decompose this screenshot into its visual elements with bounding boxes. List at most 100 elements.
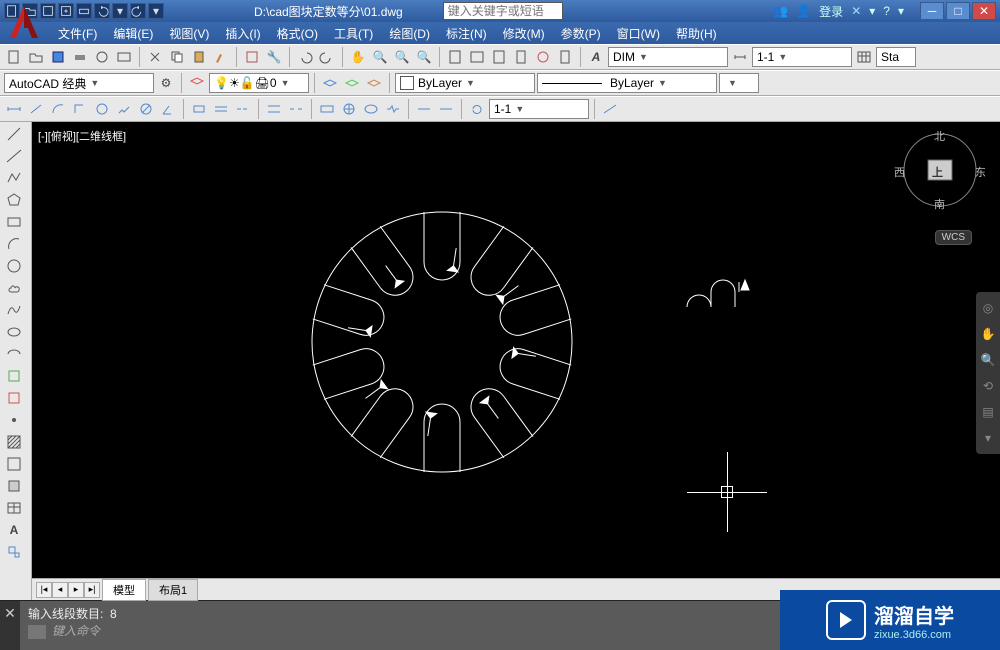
hatch-icon[interactable]: [2, 432, 26, 452]
ellipse-arc-icon[interactable]: [2, 344, 26, 364]
dimstyle-icon[interactable]: [600, 99, 620, 119]
dimtedit-icon[interactable]: [436, 99, 456, 119]
props-icon[interactable]: [445, 47, 465, 67]
exchange-icon[interactable]: ✕: [851, 4, 861, 18]
gradient-icon[interactable]: [2, 454, 26, 474]
dim-cont-icon[interactable]: [233, 99, 253, 119]
viewcube[interactable]: 北 南 东 西 上: [900, 130, 980, 210]
layer-state-icon[interactable]: [364, 73, 384, 93]
zoom-nav-icon[interactable]: 🔍: [978, 350, 998, 370]
xline-icon[interactable]: [2, 146, 26, 166]
workspace-combo[interactable]: AutoCAD 经典▼: [4, 73, 154, 93]
menu-insert[interactable]: 插入(I): [217, 25, 268, 42]
open-icon[interactable]: [26, 47, 46, 67]
rectangle-icon[interactable]: [2, 212, 26, 232]
dc-icon[interactable]: [467, 47, 487, 67]
redo-icon[interactable]: [317, 47, 337, 67]
wheel-icon[interactable]: ◎: [978, 298, 998, 318]
calc-icon[interactable]: [555, 47, 575, 67]
menu-window[interactable]: 窗口(W): [609, 25, 668, 42]
tab-layout1[interactable]: 布局1: [148, 579, 198, 601]
sheet-icon[interactable]: [511, 47, 531, 67]
cmd-close-icon[interactable]: ✕: [0, 601, 20, 650]
qat-redo-icon[interactable]: [130, 3, 146, 19]
tab-model[interactable]: 模型: [102, 579, 146, 601]
point-icon[interactable]: [2, 410, 26, 430]
textstyle-icon[interactable]: A: [586, 47, 606, 67]
tolerance-icon[interactable]: [317, 99, 337, 119]
search-input[interactable]: [443, 2, 563, 20]
inspect-icon[interactable]: [361, 99, 381, 119]
paste-icon[interactable]: [189, 47, 209, 67]
pan-nav-icon[interactable]: ✋: [978, 324, 998, 344]
menu-tools[interactable]: 工具(T): [326, 25, 381, 42]
maximize-button[interactable]: □: [946, 2, 970, 20]
zoom-win-icon[interactable]: 🔍: [414, 47, 434, 67]
menu-format[interactable]: 格式(O): [269, 25, 326, 42]
dim-break-icon[interactable]: [286, 99, 306, 119]
region-icon[interactable]: [2, 476, 26, 496]
app-menu-icon[interactable]: [4, 2, 44, 42]
scale-combo[interactable]: 1-1▼: [752, 47, 852, 67]
tab-prev-icon[interactable]: ◂: [52, 582, 68, 598]
update-icon[interactable]: [467, 99, 487, 119]
dim-arc-icon[interactable]: [48, 99, 68, 119]
dim-base-icon[interactable]: [211, 99, 231, 119]
dimscale-combo[interactable]: 1-1▼: [489, 99, 589, 119]
new-icon[interactable]: [4, 47, 24, 67]
dim-space-icon[interactable]: [264, 99, 284, 119]
insert-icon[interactable]: [2, 366, 26, 386]
dim-quick-icon[interactable]: [189, 99, 209, 119]
undo-icon[interactable]: [295, 47, 315, 67]
print-icon[interactable]: [70, 47, 90, 67]
login-link[interactable]: 登录: [819, 3, 843, 20]
markup-icon[interactable]: [533, 47, 553, 67]
center-icon[interactable]: [339, 99, 359, 119]
layer-manager-icon[interactable]: [187, 73, 207, 93]
polygon-icon[interactable]: [2, 190, 26, 210]
tab-next-icon[interactable]: ▸: [68, 582, 84, 598]
menu-dim[interactable]: 标注(N): [438, 25, 495, 42]
preview-icon[interactable]: [92, 47, 112, 67]
menu-edit[interactable]: 编辑(E): [105, 25, 161, 42]
dimstyle-combo[interactable]: DIM▼: [608, 47, 728, 67]
qat-undo-icon[interactable]: [94, 3, 110, 19]
dim-linear-icon[interactable]: [4, 99, 24, 119]
gear-icon[interactable]: ⚙: [156, 73, 176, 93]
menu-file[interactable]: 文件(F): [50, 25, 105, 42]
jog-line-icon[interactable]: [383, 99, 403, 119]
user-icon[interactable]: 👤: [796, 4, 811, 18]
linetype-combo[interactable]: ByLayer▼: [537, 73, 717, 93]
menu-view[interactable]: 视图(V): [161, 25, 217, 42]
arc-icon[interactable]: [2, 234, 26, 254]
tab-first-icon[interactable]: |◂: [36, 582, 52, 598]
close-button[interactable]: ✕: [972, 2, 996, 20]
pline-icon[interactable]: [2, 168, 26, 188]
wcs-label[interactable]: WCS: [935, 230, 972, 245]
block-icon[interactable]: [242, 47, 262, 67]
qat-dropdown-icon[interactable]: ▾: [112, 3, 128, 19]
qat-saveas-icon[interactable]: [58, 3, 74, 19]
dim-radius-icon[interactable]: [92, 99, 112, 119]
zoom-prev-icon[interactable]: 🔍: [392, 47, 412, 67]
dim-angle-icon[interactable]: [158, 99, 178, 119]
showmotion-icon[interactable]: ▤: [978, 402, 998, 422]
save-icon[interactable]: [48, 47, 68, 67]
dim-jog-icon[interactable]: [114, 99, 134, 119]
dim-aligned-icon[interactable]: [26, 99, 46, 119]
help-icon[interactable]: ?: [883, 4, 890, 18]
lineweight-combo[interactable]: ▼: [719, 73, 759, 93]
spline-icon[interactable]: [2, 300, 26, 320]
ellipse-icon[interactable]: [2, 322, 26, 342]
pan-icon[interactable]: ✋: [348, 47, 368, 67]
dim-dia-icon[interactable]: [136, 99, 156, 119]
dimedit-icon[interactable]: [414, 99, 434, 119]
qat-dropdown2-icon[interactable]: ▾: [148, 3, 164, 19]
menu-param[interactable]: 参数(P): [553, 25, 609, 42]
tool-icon[interactable]: 🔧: [264, 47, 284, 67]
tab-last-icon[interactable]: ▸|: [84, 582, 100, 598]
line-icon[interactable]: [2, 124, 26, 144]
dim-ord-icon[interactable]: [70, 99, 90, 119]
publish-icon[interactable]: [114, 47, 134, 67]
nav-dropdown-icon[interactable]: ▾: [978, 428, 998, 448]
